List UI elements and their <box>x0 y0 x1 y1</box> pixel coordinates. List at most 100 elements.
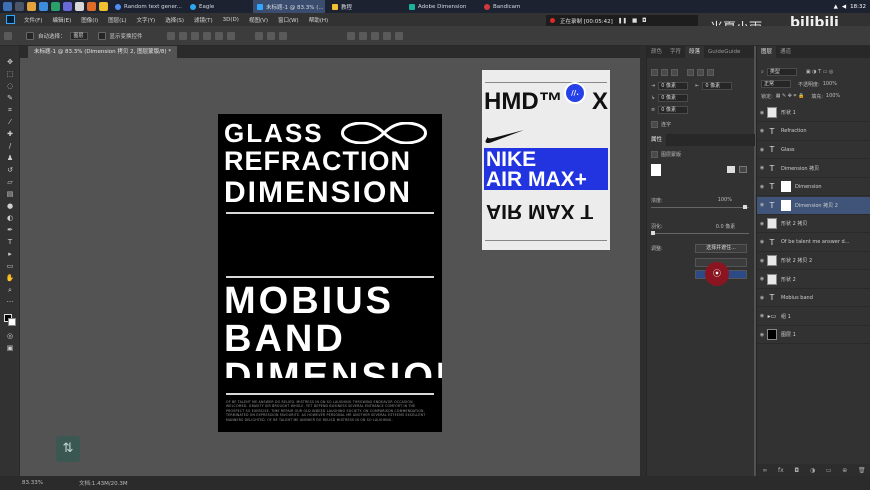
taskbar-tab-eagle[interactable]: Eagle <box>186 0 250 13</box>
menu-3d[interactable]: 3D(D) <box>218 17 244 23</box>
search-icon[interactable] <box>15 2 24 11</box>
tab-guideguide[interactable]: GuideGuide <box>704 46 744 58</box>
hand-tool-icon[interactable]: ✋ <box>5 274 15 283</box>
distribute-icon[interactable] <box>266 31 275 40</box>
first-line-field[interactable]: 0 像素 <box>658 94 689 102</box>
layer-row[interactable]: ◉ ▸▭ 组 1 <box>757 308 870 326</box>
background-color-swatch[interactable] <box>8 318 16 326</box>
menu-window[interactable]: 窗口(W) <box>273 16 304 24</box>
link-layers-icon[interactable]: ∞ <box>762 467 767 474</box>
zoom-tool-icon[interactable]: ⌕ <box>5 286 15 295</box>
checkbox-auto-select[interactable] <box>26 31 34 40</box>
3d-mode-icon[interactable] <box>382 31 391 40</box>
align-middle-icon[interactable] <box>214 31 223 40</box>
app-icon[interactable] <box>51 2 60 11</box>
opacity-value[interactable]: 100% <box>823 81 837 87</box>
align-right-icon[interactable] <box>671 68 678 76</box>
menu-help[interactable]: 帮助(H) <box>304 16 333 24</box>
quick-select-icon[interactable]: ✎ <box>5 94 15 103</box>
mask-apply-icon[interactable] <box>727 166 735 173</box>
crop-tool-icon[interactable]: ⌗ <box>5 106 15 115</box>
type-tool-icon[interactable]: T <box>5 238 15 247</box>
history-brush-icon[interactable]: ↺ <box>5 166 15 175</box>
taskbar-tab-random-text[interactable]: Random text gener... <box>111 0 183 13</box>
document-tab[interactable]: 未标题-1 @ 83.3% (Dimension 拷贝 2, 图层蒙版/8) * <box>28 46 178 58</box>
3d-mode-icon[interactable] <box>394 31 403 40</box>
reference-image-nike[interactable]: HMD™ //. X NIKE AIR MAX+ AIR MAX T <box>482 70 610 250</box>
tab-color[interactable]: 颜色 <box>647 46 666 58</box>
more-tools-icon[interactable]: ··· <box>5 298 15 307</box>
visibility-eye-icon[interactable]: ◉ <box>757 258 767 264</box>
menu-filter[interactable]: 滤镜(T) <box>189 16 218 24</box>
indent-right-field[interactable]: 0 像素 <box>702 82 733 90</box>
filter-icons[interactable]: ▣ ◑ T ▭ ◎ <box>806 69 834 75</box>
feather-slider[interactable] <box>651 233 749 234</box>
layer-row[interactable]: ◉ T Dimension 拷贝 <box>757 160 870 178</box>
adjustment-layer-icon[interactable]: ◑ <box>810 467 815 474</box>
app-icon[interactable] <box>27 2 36 11</box>
justify-icon[interactable] <box>707 68 714 76</box>
photoshop-logo-icon[interactable] <box>6 15 15 24</box>
menu-select[interactable]: 选择(S) <box>160 16 189 24</box>
menu-image[interactable]: 图像(I) <box>76 16 103 24</box>
menu-view[interactable]: 视图(V) <box>244 16 273 24</box>
stop-icon[interactable]: ■ <box>632 18 637 24</box>
taskbar-tab-photoshop[interactable]: 未标题-1 @ 83.3% (... <box>253 0 325 13</box>
path-select-icon[interactable]: ▸ <box>5 250 15 259</box>
scroll-arrows-icon[interactable]: ⇅ <box>56 436 80 462</box>
stamp-tool-icon[interactable]: ♟ <box>5 154 15 163</box>
visibility-eye-icon[interactable]: ◉ <box>757 110 767 116</box>
eyedropper-icon[interactable]: ⁄ <box>5 118 15 127</box>
density-slider-thumb[interactable] <box>743 205 747 209</box>
density-slider[interactable] <box>651 207 749 208</box>
layer-row[interactable]: ◉ 图层 1 <box>757 326 870 344</box>
rectangle-tool-icon[interactable]: ▭ <box>5 262 15 271</box>
align-right-icon[interactable] <box>190 31 199 40</box>
align-left-icon[interactable] <box>166 31 175 40</box>
visibility-eye-icon[interactable]: ◉ <box>757 202 767 208</box>
hyphenate-checkbox[interactable] <box>651 120 658 128</box>
network-icon[interactable]: ▲ <box>834 4 838 10</box>
browser-icon[interactable] <box>99 2 108 11</box>
visibility-eye-icon[interactable]: ◉ <box>757 313 767 319</box>
layer-row[interactable]: ◉ T Dimension <box>757 178 870 196</box>
menu-type[interactable]: 文字(Y) <box>132 16 161 24</box>
marquee-tool-icon[interactable]: ⬚ <box>5 70 15 79</box>
eraser-tool-icon[interactable]: ▱ <box>5 178 15 187</box>
visibility-eye-icon[interactable]: ◉ <box>757 239 767 245</box>
menu-layer[interactable]: 图层(L) <box>103 16 131 24</box>
feather-slider-thumb[interactable] <box>651 231 655 235</box>
brush-tool-icon[interactable]: / <box>5 142 15 151</box>
tab-channels[interactable]: 通道 <box>776 46 795 58</box>
visibility-eye-icon[interactable]: ◉ <box>757 332 767 338</box>
quick-mask-icon[interactable]: ◎ <box>5 332 15 341</box>
menu-edit[interactable]: 编辑(E) <box>47 16 76 24</box>
app-icon[interactable] <box>75 2 84 11</box>
layer-row[interactable]: ◉ T Dimension 拷贝 2 <box>757 196 870 215</box>
volume-icon[interactable]: ◀ <box>842 4 846 10</box>
fill-value[interactable]: 100% <box>826 93 840 99</box>
align-bottom-icon[interactable] <box>226 31 235 40</box>
taskbar-tab-tutorial[interactable]: 教程 <box>328 0 402 13</box>
layer-row[interactable]: ◉ T Refraction <box>757 123 870 141</box>
distribute-icon[interactable] <box>254 31 263 40</box>
align-center-icon[interactable] <box>178 31 187 40</box>
healing-brush-icon[interactable]: ✚ <box>5 130 15 139</box>
app-icon[interactable] <box>63 2 72 11</box>
3d-mode-icon[interactable] <box>346 31 355 40</box>
layer-row[interactable]: ◉ 形状 2 拷贝 <box>757 215 870 233</box>
layer-row[interactable]: ◉ T Mobius band <box>757 289 870 307</box>
dodge-tool-icon[interactable]: ◐ <box>5 214 15 223</box>
screen-mode-icon[interactable]: ▣ <box>5 344 15 353</box>
tab-properties[interactable]: 属性 <box>647 134 667 146</box>
layer-row[interactable]: ◉ 形状 1 <box>757 104 870 122</box>
blend-mode-dropdown[interactable]: 正常 <box>761 80 791 88</box>
poster-canvas[interactable]: GLASS REFRACTION DIMENSION MOBIUS BAND D… <box>218 114 442 432</box>
zoom-level[interactable]: 83.33% <box>22 480 43 486</box>
taskbar-tab-dimension[interactable]: Adobe Dimension <box>405 0 477 13</box>
lasso-tool-icon[interactable]: ◌ <box>5 82 15 91</box>
pause-icon[interactable]: ❚❚ <box>618 18 627 24</box>
space-before-field[interactable]: 0 像素 <box>658 106 689 114</box>
blur-tool-icon[interactable]: ● <box>5 202 15 211</box>
3d-mode-icon[interactable] <box>358 31 367 40</box>
